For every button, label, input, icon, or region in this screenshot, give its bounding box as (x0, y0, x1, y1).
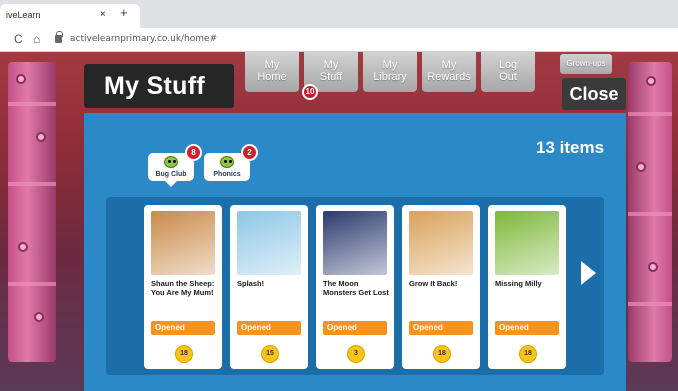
bolt-decoration (648, 262, 658, 272)
bug-club-icon (164, 156, 178, 168)
close-button[interactable]: Close (562, 78, 626, 110)
nav-label-line2: Out (499, 71, 517, 83)
address-bar: C ⌂ activelearnprimary.co.uk/home# (0, 28, 678, 52)
book-card[interactable]: Grow It Back! Opened 18 (402, 205, 480, 369)
page-title-panel: My Stuff (84, 64, 234, 108)
book-status: Opened (237, 321, 301, 335)
nav-label-line2: Stuff (319, 71, 343, 83)
decor-stripe (8, 102, 56, 106)
game-stage: My Stuff My Home My Stuff My Library My … (0, 52, 678, 391)
nav-label-line2: Rewards (427, 71, 471, 83)
book-status: Opened (495, 321, 559, 335)
book-title: Shaun the Sheep: You Are My Mum! (151, 279, 215, 297)
filter-count-badge: 8 (185, 144, 202, 161)
book-level-badge: 15 (261, 345, 279, 363)
bolt-decoration (18, 242, 28, 252)
book-cover (323, 211, 387, 275)
tab-close-icon[interactable]: × (100, 9, 106, 20)
nav-label-line1: My (323, 59, 339, 71)
book-status: Opened (323, 321, 387, 335)
new-tab-icon[interactable]: + (120, 6, 128, 19)
left-machine-decoration (8, 62, 56, 362)
book-card[interactable]: Splash! Opened 15 (230, 205, 308, 369)
nav-label-line1: My (382, 59, 398, 71)
filter-label: Phonics (213, 171, 241, 178)
home-icon[interactable]: ⌂ (33, 33, 40, 45)
book-cover (237, 211, 301, 275)
grown-ups-button[interactable]: Grown-ups (560, 54, 612, 74)
book-cover (495, 211, 559, 275)
nav-label-line1: Log (498, 59, 518, 71)
book-title: Missing Milly (495, 279, 542, 288)
book-status: Opened (409, 321, 473, 335)
bolt-decoration (646, 76, 656, 86)
filter-label: Bug Club (155, 171, 187, 178)
book-cover (151, 211, 215, 275)
filter-bug-club[interactable]: Bug Club 8 (148, 144, 202, 187)
nav-my-rewards-button[interactable]: My Rewards (422, 52, 476, 92)
bolt-decoration (16, 74, 26, 84)
book-level-badge: 18 (433, 345, 451, 363)
tab-title: iveLearn (6, 10, 41, 20)
bolt-decoration (34, 312, 44, 322)
reload-icon[interactable]: C (14, 33, 23, 45)
page-title: My Stuff (104, 72, 205, 100)
book-title: Splash! (237, 279, 265, 288)
book-card[interactable]: Shaun the Sheep: You Are My Mum! Opened … (144, 205, 222, 369)
stuff-count-badge: 10 (302, 84, 318, 100)
nav-log-out-button[interactable]: Log Out (481, 52, 535, 92)
book-level-badge: 18 (175, 345, 193, 363)
book-card[interactable]: The Moon Monsters Get Lost Opened 3 (316, 205, 394, 369)
bolt-decoration (636, 162, 646, 172)
chevron-right-icon[interactable] (578, 259, 598, 287)
book-level-badge: 3 (347, 345, 365, 363)
book-level-badge: 18 (519, 345, 537, 363)
decor-stripe (628, 112, 672, 116)
url-field[interactable]: activelearnprimary.co.uk/home# (70, 34, 217, 44)
browser-tab[interactable]: iveLearn × (0, 4, 140, 28)
book-card[interactable]: Missing Milly Opened 18 (488, 205, 566, 369)
book-status: Opened (151, 321, 215, 335)
book-shelf: Shaun the Sheep: You Are My Mum! Opened … (106, 197, 604, 375)
browser-tab-bar: iveLearn × + (0, 0, 678, 28)
nav-label-line1: My (264, 59, 280, 71)
filter-count-badge: 2 (241, 144, 258, 161)
decor-stripe (8, 282, 56, 286)
items-count: 13 items (536, 138, 605, 157)
nav-my-home-button[interactable]: My Home (245, 52, 299, 92)
nav-label-line2: Home (257, 71, 287, 83)
nav-my-library-button[interactable]: My Library (363, 52, 417, 92)
decor-stripe (628, 302, 672, 306)
phonics-icon (220, 156, 234, 168)
decor-stripe (628, 212, 672, 216)
filter-phonics[interactable]: Phonics 2 (204, 144, 258, 181)
my-stuff-panel: 13 items Bug Club 8 Phonics 2 Shaun the … (84, 113, 626, 391)
book-cover (409, 211, 473, 275)
book-title: Grow It Back! (409, 279, 458, 288)
decor-stripe (8, 182, 56, 186)
lock-icon (55, 31, 63, 43)
right-machine-decoration (628, 62, 672, 362)
bolt-decoration (36, 132, 46, 142)
nav-label-line2: Library (373, 71, 407, 83)
book-title: The Moon Monsters Get Lost (323, 279, 389, 297)
nav-label-line1: My (441, 59, 457, 71)
